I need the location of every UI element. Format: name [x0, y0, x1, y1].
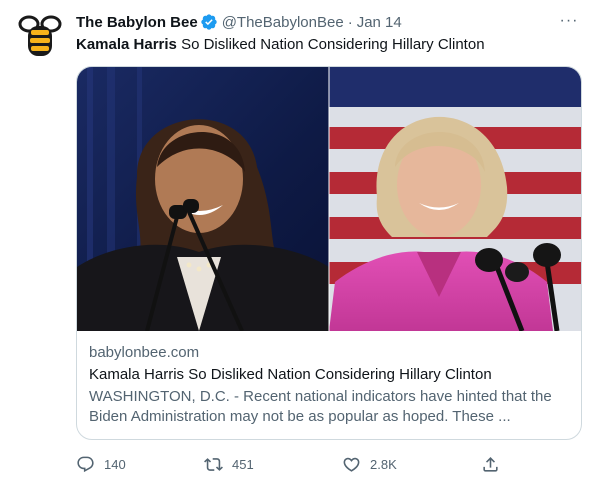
- like-button[interactable]: 2.8K: [334, 450, 397, 478]
- more-icon[interactable]: ···: [556, 8, 582, 34]
- author-name[interactable]: The Babylon Bee: [76, 14, 198, 31]
- tweet-header: The Babylon Bee @TheBabylonBee · Jan 14 …: [76, 12, 582, 32]
- share-button[interactable]: [473, 450, 507, 478]
- tweet-date[interactable]: Jan 14: [357, 14, 402, 31]
- reply-count: 140: [104, 456, 126, 472]
- card-title: Kamala Harris So Disliked Nation Conside…: [89, 366, 492, 383]
- reply-icon: [68, 447, 102, 481]
- card-image[interactable]: [77, 67, 581, 331]
- tweet-text: Kamala Harris So Disliked Nation Conside…: [76, 35, 582, 55]
- retweet-button[interactable]: 451: [196, 450, 254, 478]
- like-count: 2.8K: [370, 456, 397, 472]
- card-photo: [77, 67, 581, 331]
- card-domain: babylonbee.com: [89, 344, 200, 361]
- tweet-text-rest: So Disliked Nation Considering Hillary C…: [176, 36, 485, 53]
- card-meta: babylonbee.com Kamala Harris So Disliked…: [89, 343, 569, 427]
- tweet-text-bold: Kamala Harris: [76, 36, 177, 53]
- avatar[interactable]: [16, 12, 64, 60]
- header-separator: ·: [347, 13, 353, 31]
- bee-logo-icon: [18, 15, 62, 56]
- retweet-icon: [196, 447, 230, 481]
- link-card[interactable]: babylonbee.com Kamala Harris So Disliked…: [76, 66, 582, 440]
- card-description: WASHINGTON, D.C. - Recent national indic…: [89, 388, 552, 425]
- action-bar: 140 451 2.8K: [68, 450, 508, 478]
- author-handle[interactable]: @TheBabylonBee: [222, 14, 344, 31]
- heart-icon: [334, 447, 368, 481]
- retweet-count: 451: [232, 456, 254, 472]
- verified-badge-icon: [200, 13, 218, 31]
- reply-button[interactable]: 140: [68, 450, 126, 478]
- tweet[interactable]: The Babylon Bee @TheBabylonBee · Jan 14 …: [0, 0, 598, 484]
- share-icon: [473, 447, 507, 481]
